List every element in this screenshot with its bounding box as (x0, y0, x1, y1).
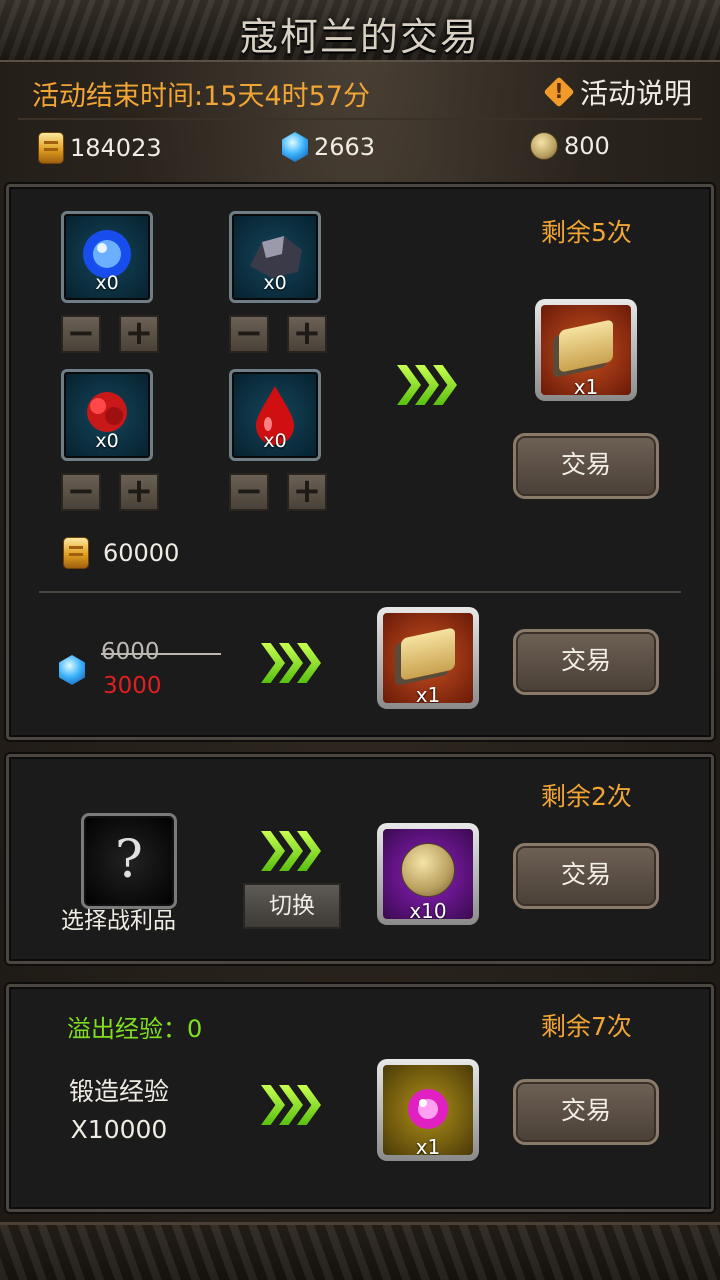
gem-icon (59, 655, 85, 685)
page-title: 寇柯兰的交易 (239, 15, 480, 59)
coin-currency: 800 (530, 132, 610, 160)
coin-icon (530, 132, 558, 160)
material-count: x0 (95, 272, 119, 294)
divider (39, 591, 681, 593)
material-count: x0 (95, 430, 119, 452)
trade-panel-loot: 剩余2次 ? 选择战利品 切换 x10 交易 (6, 754, 714, 964)
gold-cost: 60000 (63, 537, 179, 569)
material-slot-dark-ore[interactable]: x0 (229, 211, 321, 303)
trade-panel-exp: 溢出经验：0 剩余7次 锻造经验 X10000 x1 交易 (6, 984, 714, 1212)
gem-currency: 2663 (282, 132, 375, 162)
switch-button[interactable]: 切换 (243, 883, 341, 929)
material-slot-red-crystal[interactable]: x0 (61, 369, 153, 461)
arrow-right-icon (261, 827, 325, 875)
increase-button[interactable]: + (119, 473, 159, 511)
warning-icon: ! (544, 77, 574, 107)
forge-exp-amount: X10000 (70, 1115, 168, 1144)
increase-button[interactable]: + (119, 315, 159, 353)
reward-slot-scroll[interactable]: x1 (535, 299, 637, 401)
trade-button[interactable]: 交易 (513, 433, 659, 499)
arrow-right-icon (397, 361, 461, 409)
loot-select-slot[interactable]: ? (81, 813, 177, 909)
old-price: 6000 (101, 639, 221, 665)
overflow-exp: 溢出经验：0 (67, 1015, 203, 1043)
increase-button[interactable]: + (287, 473, 327, 511)
arrow-right-icon (261, 1081, 325, 1129)
currency-bar: 184023 2663 800 (0, 126, 720, 174)
coin-icon (401, 843, 455, 897)
header-bar: 活动结束时间:15天4时57分 ! 活动说明 (18, 66, 702, 120)
increase-button[interactable]: + (287, 315, 327, 353)
event-timer: 活动结束时间:15天4时57分 (32, 81, 370, 112)
material-slot-blood-drop[interactable]: x0 (229, 369, 321, 461)
forge-exp-reward: 锻造经验 X10000 (39, 1073, 199, 1149)
gold-currency: 184023 (38, 132, 162, 164)
material-slot-blue-orb[interactable]: x0 (61, 211, 153, 303)
reward-count: x1 (415, 1135, 441, 1155)
reward-count: x1 (415, 683, 441, 703)
gold-icon (38, 132, 64, 164)
scroll-icon (401, 627, 455, 681)
remaining-count: 剩余5次 (541, 218, 632, 247)
scroll-icon (559, 319, 613, 373)
gold-cost-amount: 60000 (103, 539, 180, 567)
select-loot-label: 选择战利品 (61, 908, 176, 934)
reward-count: x10 (409, 899, 447, 919)
remaining-count: 剩余2次 (541, 782, 632, 811)
forge-exp-label: 锻造经验 (68, 1077, 169, 1106)
gem-icon (282, 132, 308, 162)
arrow-right-icon (261, 639, 325, 687)
decrease-button[interactable]: − (229, 473, 269, 511)
reward-count: x1 (573, 375, 599, 395)
decrease-button[interactable]: − (229, 315, 269, 353)
decrease-button[interactable]: − (61, 315, 101, 353)
reward-slot-coin[interactable]: x10 (377, 823, 479, 925)
material-count: x0 (263, 430, 287, 452)
question-icon: ? (115, 830, 143, 890)
trade-panel-materials: 剩余5次 x0 x0 − + − + x0 x0 − + − + 60000 x… (6, 184, 714, 740)
game-screen: 寇柯兰的交易 活动结束时间:15天4时57分 ! 活动说明 184023 266… (0, 0, 720, 1280)
decrease-button[interactable]: − (61, 473, 101, 511)
discount-price: 3000 (103, 673, 162, 699)
gold-amount: 184023 (70, 134, 162, 162)
event-info-label: 活动说明 (579, 77, 692, 110)
reward-slot-scroll[interactable]: x1 (377, 607, 479, 709)
trade-button[interactable]: 交易 (513, 843, 659, 909)
reward-slot-orb[interactable]: x1 (377, 1059, 479, 1161)
gold-icon (63, 537, 89, 569)
event-info-button[interactable]: ! 活动说明 (544, 72, 692, 112)
material-count: x0 (263, 272, 287, 294)
trade-button[interactable]: 交易 (513, 629, 659, 695)
gem-amount: 2663 (314, 133, 376, 161)
trade-button[interactable]: 交易 (513, 1079, 659, 1145)
coin-amount: 800 (564, 132, 610, 160)
bottom-frame (0, 1222, 720, 1280)
remaining-count: 剩余7次 (541, 1012, 632, 1041)
